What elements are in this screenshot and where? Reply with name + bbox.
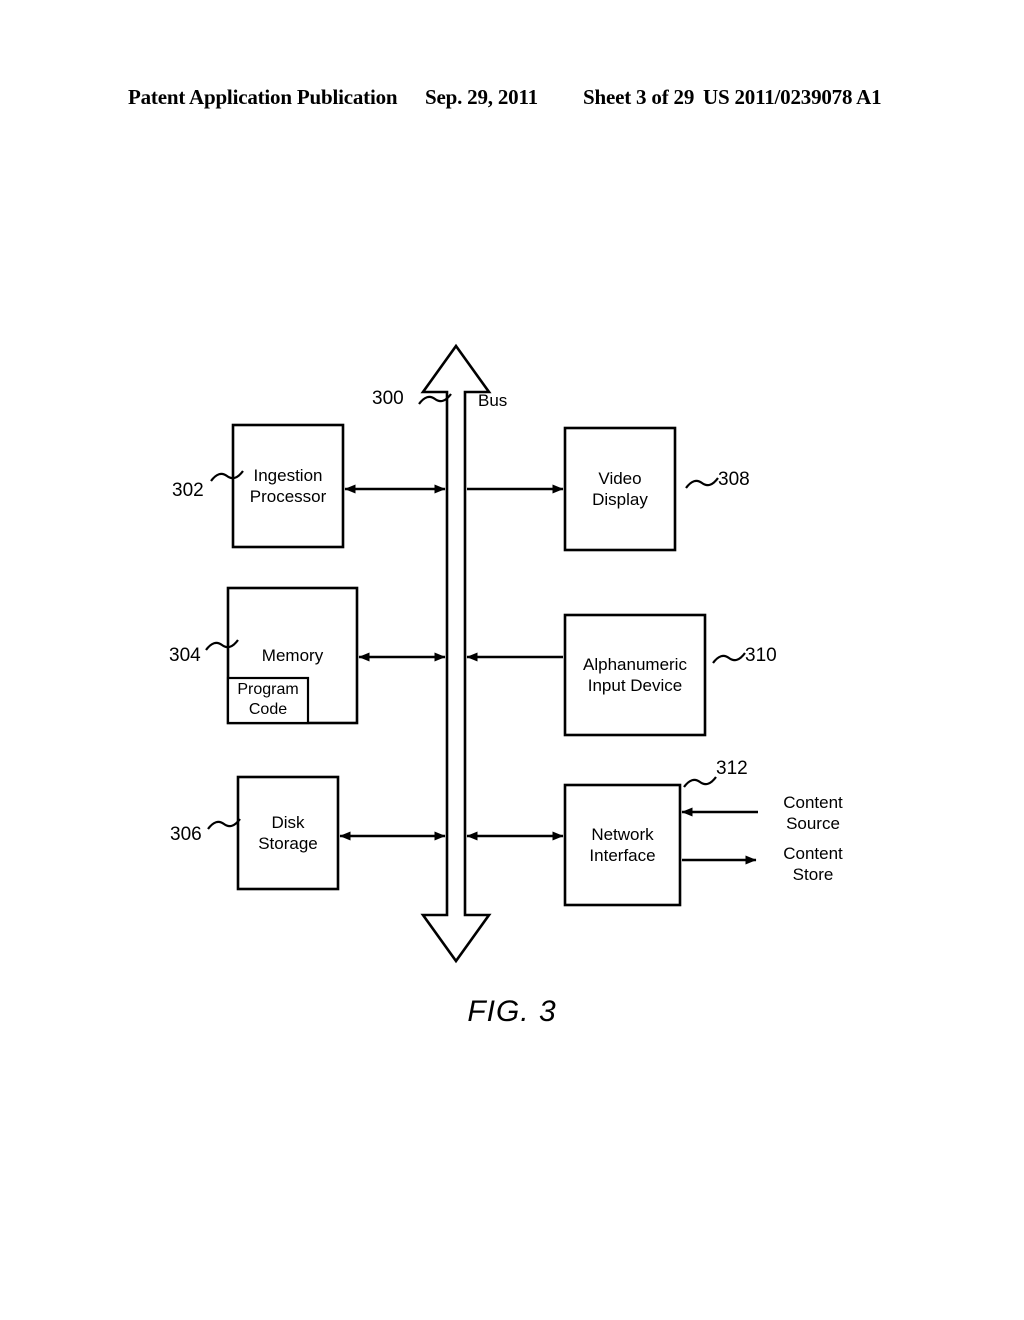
label-network-interface: Network Interface [589, 825, 656, 865]
figure-vector-layer [205, 343, 758, 964]
label-ingestion-processor: Ingestion Processor [249, 466, 327, 506]
bus-arrow [420, 343, 492, 964]
leader-306 [207, 818, 241, 830]
ref-numeral-302: 302 [172, 480, 204, 501]
leader-312 [683, 776, 717, 788]
ref-numeral-300: 300 [372, 388, 404, 409]
label-bus: Bus [478, 391, 508, 410]
figure-3-block-diagram: Ingestion Processor Memory Program Code … [0, 0, 1024, 1320]
label-disk-storage: Disk Storage [258, 813, 318, 853]
label-video-display: Video Display [592, 469, 648, 509]
ref-numeral-308: 308 [718, 469, 750, 490]
label-content-store: Content Store [783, 844, 843, 884]
leader-310 [712, 652, 746, 664]
ref-numeral-312: 312 [716, 758, 748, 779]
label-alphanumeric-input-device: Alphanumeric Input Device [583, 655, 687, 695]
ref-numeral-304: 304 [169, 645, 201, 666]
label-content-source: Content Source [783, 793, 843, 833]
figure-caption: FIG. 3 [467, 995, 557, 1028]
leader-308 [685, 477, 719, 489]
ref-numeral-306: 306 [170, 824, 202, 845]
label-program-code: Program Code [237, 681, 299, 718]
ref-numeral-310: 310 [745, 645, 777, 666]
